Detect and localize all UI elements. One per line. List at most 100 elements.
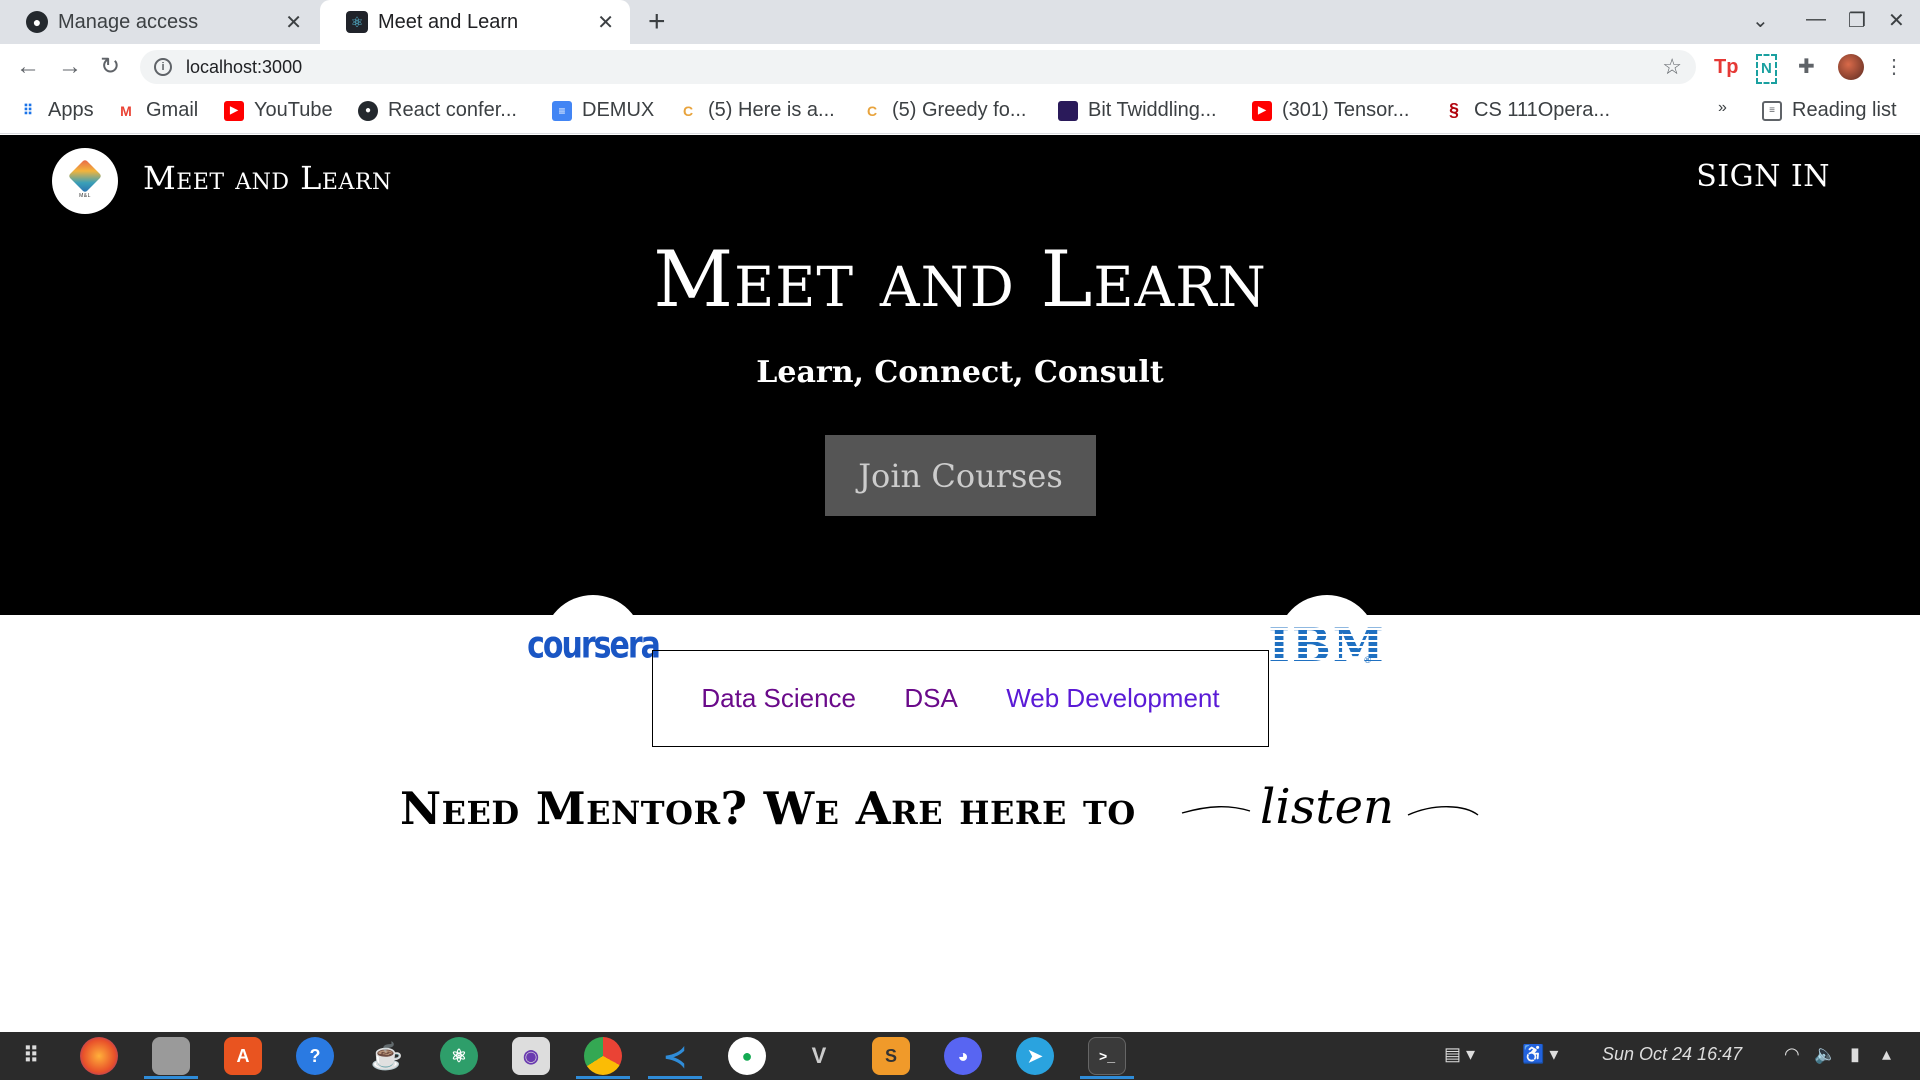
github-icon: ●	[26, 11, 48, 33]
logo-cube-icon	[68, 158, 102, 193]
bookmark-here-is-a[interactable]: C (5) Here is a...	[678, 99, 835, 122]
extensions-puzzle-icon[interactable]: ✚	[1798, 54, 1815, 80]
chrome-icon[interactable]	[584, 1037, 622, 1075]
close-window-icon[interactable]: ✕	[1888, 8, 1905, 33]
files-icon[interactable]	[152, 1037, 190, 1075]
bookmark-tensor[interactable]: ▶ (301) Tensor...	[1252, 99, 1409, 122]
sublime-text-icon[interactable]: S	[872, 1037, 910, 1075]
mongodb-compass-icon[interactable]: ●	[728, 1037, 766, 1075]
brand-name[interactable]: Meet and Learn	[143, 159, 392, 197]
bookmarks-bar: ⠿ Apps M Gmail ▶ YouTube ● React confer.…	[0, 90, 1920, 134]
ibm-logo: IBM ®	[1268, 595, 1384, 695]
clock[interactable]: Sun Oct 24 16:47	[1602, 1044, 1742, 1065]
telegram-icon[interactable]: ➤	[1016, 1037, 1054, 1075]
tray-expand-icon[interactable]: ▴	[1882, 1044, 1891, 1065]
tab-search-icon[interactable]: ⌄	[1752, 8, 1769, 33]
bookmark-demux[interactable]: ≡ DEMUX	[552, 99, 654, 122]
coursera-logo: coursera	[527, 595, 661, 695]
atom-icon[interactable]: ⚛	[440, 1037, 478, 1075]
volume-icon[interactable]: 🔈	[1814, 1044, 1836, 1065]
bookmark-label: CS 111Opera...	[1474, 99, 1610, 121]
logo-wordmark: M&L	[79, 192, 91, 199]
terminal-icon[interactable]: >_	[1088, 1037, 1126, 1075]
bookmark-icon	[1058, 100, 1078, 121]
firefox-icon[interactable]	[80, 1037, 118, 1075]
forward-icon[interactable]: →	[58, 53, 82, 81]
reading-list-icon: ≡	[1762, 100, 1782, 121]
clipboard-icon[interactable]: ▤ ▾	[1444, 1044, 1475, 1065]
apps-grid-icon: ⠿	[22, 102, 34, 118]
registered-mark: ®	[1364, 655, 1371, 665]
listen-text: listen	[1260, 779, 1394, 835]
topic-link-dsa[interactable]: DSA	[904, 683, 957, 714]
new-tab-button[interactable]: +	[648, 6, 666, 38]
close-icon[interactable]: ✕	[285, 10, 302, 35]
address-bar[interactable]: i localhost:3000 ☆	[140, 50, 1696, 84]
screenshot-icon[interactable]: ◉	[512, 1037, 550, 1075]
extension-tp-icon[interactable]: Tp	[1714, 54, 1738, 80]
topics-box: Data Science DSA Web Development	[652, 650, 1269, 747]
gmail-icon: M	[120, 102, 132, 119]
software-store-icon[interactable]: A	[224, 1037, 262, 1075]
topic-link-data-science[interactable]: Data Science	[701, 683, 856, 714]
site-info-icon[interactable]: i	[154, 58, 172, 76]
reading-list[interactable]: ≡ Reading list	[1762, 99, 1897, 122]
active-indicator	[144, 1076, 198, 1079]
accessibility-icon[interactable]: ♿ ▾	[1522, 1044, 1558, 1065]
bookmark-label: (301) Tensor...	[1282, 99, 1410, 121]
battery-icon[interactable]: ▮	[1850, 1044, 1860, 1065]
more-bookmarks-icon[interactable]: »	[1718, 99, 1727, 117]
bookmark-label: (5) Greedy fo...	[892, 99, 1027, 121]
active-indicator	[1080, 1076, 1134, 1079]
docs-icon: ≡	[552, 100, 572, 121]
topic-link-web-development[interactable]: Web Development	[1006, 683, 1219, 714]
profile-avatar[interactable]	[1838, 54, 1864, 80]
app-grid-icon[interactable]: ⠿	[12, 1037, 50, 1075]
back-icon[interactable]: ←	[16, 53, 40, 81]
sign-in-link[interactable]: SIGN IN	[1696, 159, 1830, 194]
os-taskbar: ⠿ A ? ☕ ⚛ ◉ ≺ ● V S ◕ ➤ >_ ▤ ▾ ♿ ▾ Sun O…	[0, 1032, 1920, 1080]
bookmark-star-icon[interactable]: ☆	[1662, 54, 1682, 80]
jupyter-icon[interactable]: ☕	[368, 1037, 406, 1075]
reading-list-label: Reading list	[1792, 99, 1897, 121]
reload-icon[interactable]: ↻	[100, 53, 120, 81]
vim-icon[interactable]: V	[800, 1037, 838, 1075]
restore-icon[interactable]: ❐	[1848, 8, 1866, 33]
youtube-icon: ▶	[1252, 100, 1272, 121]
hero-subtitle: Learn, Connect, Consult	[756, 355, 1164, 390]
bookmark-react-conf[interactable]: ● React confer...	[358, 99, 517, 122]
bookmark-label: (5) Here is a...	[708, 99, 835, 121]
active-indicator	[576, 1076, 630, 1079]
discord-icon[interactable]: ◕	[944, 1037, 982, 1075]
url-text[interactable]: localhost:3000	[186, 57, 302, 78]
browser-toolbar: ← → ↻ i localhost:3000 ☆ Tp N ✚ ⋮	[0, 44, 1920, 90]
bookmark-cs111[interactable]: § CS 111Opera...	[1444, 99, 1610, 122]
bookmark-apps[interactable]: ⠿ Apps	[18, 99, 94, 122]
bookmark-gmail[interactable]: M Gmail	[116, 99, 198, 122]
close-icon[interactable]: ✕	[597, 10, 614, 35]
wifi-icon[interactable]: ◠	[1784, 1044, 1800, 1065]
active-indicator	[648, 1076, 702, 1079]
tab-meet-and-learn[interactable]: ⚛ Meet and Learn ✕	[320, 0, 630, 44]
hero-section: M&L Meet and Learn SIGN IN Meet and Lear…	[0, 135, 1920, 615]
bookmark-youtube[interactable]: ▶ YouTube	[224, 99, 333, 122]
vscode-icon[interactable]: ≺	[656, 1037, 694, 1075]
bookmark-label: Apps	[48, 99, 94, 121]
bookmark-greedy[interactable]: C (5) Greedy fo...	[862, 99, 1027, 122]
menu-kebab-icon[interactable]: ⋮	[1884, 54, 1904, 80]
minimize-icon[interactable]: —	[1806, 8, 1826, 31]
tab-title: Manage access	[58, 10, 199, 33]
tab-manage-access[interactable]: ● Manage access ✕	[0, 0, 318, 44]
mentor-heading: Need Mentor? We Are here to	[400, 782, 1136, 835]
join-courses-button[interactable]: Join Courses	[825, 435, 1096, 516]
extension-n-icon[interactable]: N	[1756, 54, 1777, 84]
listen-script: listen	[1181, 779, 1479, 835]
page-content: M&L Meet and Learn SIGN IN Meet and Lear…	[0, 135, 1920, 1032]
site-logo[interactable]: M&L	[52, 148, 118, 214]
codechef-icon: C	[866, 102, 878, 119]
bookmark-bit-twiddling[interactable]: Bit Twiddling...	[1058, 99, 1217, 122]
bookmark-label: React confer...	[388, 99, 517, 121]
tab-strip: ● Manage access ✕ ⚛ Meet and Learn ✕ + ⌄…	[0, 0, 1920, 44]
coursera-wordmark: coursera	[527, 623, 661, 667]
help-icon[interactable]: ?	[296, 1037, 334, 1075]
